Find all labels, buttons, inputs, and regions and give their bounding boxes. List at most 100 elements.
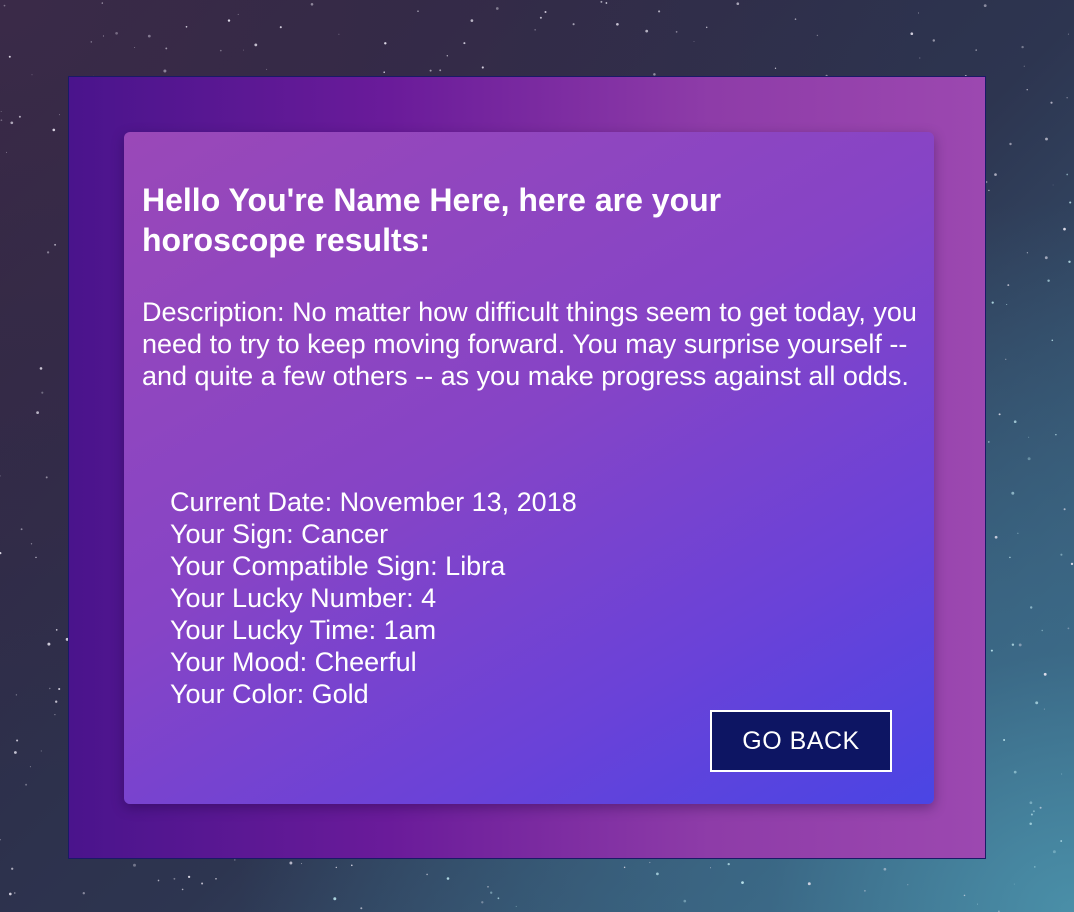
star xyxy=(883,867,887,871)
star xyxy=(1009,556,1011,559)
star xyxy=(907,884,909,886)
detail-label: Your Sign: xyxy=(170,519,302,549)
star xyxy=(300,863,303,865)
star xyxy=(52,128,56,132)
star xyxy=(254,43,258,47)
star xyxy=(82,892,85,895)
star xyxy=(333,897,337,901)
star xyxy=(863,889,866,892)
star xyxy=(1021,45,1024,49)
star xyxy=(693,40,695,42)
star xyxy=(35,556,37,559)
star xyxy=(990,649,993,652)
star xyxy=(147,34,151,38)
star xyxy=(45,476,48,479)
star xyxy=(1013,420,1017,424)
star xyxy=(487,885,489,888)
detail-value: November 13, 2018 xyxy=(339,487,577,517)
star xyxy=(975,49,977,51)
star xyxy=(39,367,43,370)
star xyxy=(741,881,744,884)
star xyxy=(1043,672,1047,676)
star xyxy=(1047,279,1050,282)
star xyxy=(310,3,314,6)
star xyxy=(649,861,651,864)
star xyxy=(360,907,363,910)
star xyxy=(1009,142,1012,146)
star xyxy=(20,528,23,531)
star xyxy=(463,42,466,45)
star xyxy=(1003,739,1006,741)
star xyxy=(187,875,191,879)
star xyxy=(55,629,58,631)
star xyxy=(266,68,268,70)
star xyxy=(470,19,474,22)
star xyxy=(383,71,385,73)
star xyxy=(133,863,136,867)
star xyxy=(1041,629,1043,632)
star xyxy=(58,687,61,691)
star xyxy=(1052,850,1056,854)
star xyxy=(1005,358,1007,360)
detail-label: Your Lucky Time: xyxy=(170,615,384,645)
star xyxy=(279,26,282,29)
star xyxy=(243,49,244,51)
detail-value: Cancer xyxy=(301,519,389,549)
star xyxy=(932,39,936,42)
star xyxy=(495,7,499,10)
star xyxy=(335,866,337,869)
star xyxy=(1011,491,1015,495)
star xyxy=(994,535,998,539)
star xyxy=(774,67,777,69)
star xyxy=(29,766,31,768)
star xyxy=(1068,260,1071,264)
star xyxy=(534,29,536,31)
detail-label: Your Color: xyxy=(170,679,312,709)
star xyxy=(163,69,167,73)
star xyxy=(134,47,136,48)
star xyxy=(544,11,547,13)
go-back-button[interactable]: GO BACK xyxy=(710,710,892,772)
star xyxy=(41,391,44,394)
horoscope-description: Description: No matter how difficult thi… xyxy=(142,296,932,392)
star xyxy=(0,475,1,477)
star xyxy=(727,862,730,866)
star xyxy=(215,877,217,880)
star xyxy=(185,25,188,28)
star xyxy=(6,151,8,153)
star xyxy=(1013,770,1017,774)
star xyxy=(0,551,2,555)
star xyxy=(1063,227,1066,231)
star xyxy=(1006,303,1008,306)
star xyxy=(497,897,500,900)
star xyxy=(539,16,542,19)
star xyxy=(3,4,6,7)
detail-value: 1am xyxy=(383,615,437,645)
star xyxy=(1028,436,1030,438)
results-heading: Hello You're Name Here, here are your ho… xyxy=(142,182,722,258)
star xyxy=(0,111,2,112)
star xyxy=(234,859,236,861)
star xyxy=(16,739,19,742)
star xyxy=(8,55,11,58)
star xyxy=(0,119,3,122)
detail-label: Your Lucky Number: xyxy=(170,583,422,613)
star xyxy=(429,69,432,72)
star xyxy=(1039,806,1042,809)
description-label: Description: xyxy=(142,297,293,327)
star xyxy=(1055,434,1057,436)
star xyxy=(736,2,740,6)
star xyxy=(991,301,994,304)
star xyxy=(58,114,60,116)
star xyxy=(977,903,978,905)
star xyxy=(1017,532,1019,534)
star xyxy=(30,543,33,545)
star xyxy=(338,33,340,35)
star xyxy=(446,877,450,880)
detail-label: Your Mood: xyxy=(170,647,315,677)
detail-color: Your Color: Gold xyxy=(170,678,577,710)
star xyxy=(1060,553,1063,556)
star xyxy=(1026,89,1028,91)
star xyxy=(36,411,39,414)
star xyxy=(115,31,118,35)
